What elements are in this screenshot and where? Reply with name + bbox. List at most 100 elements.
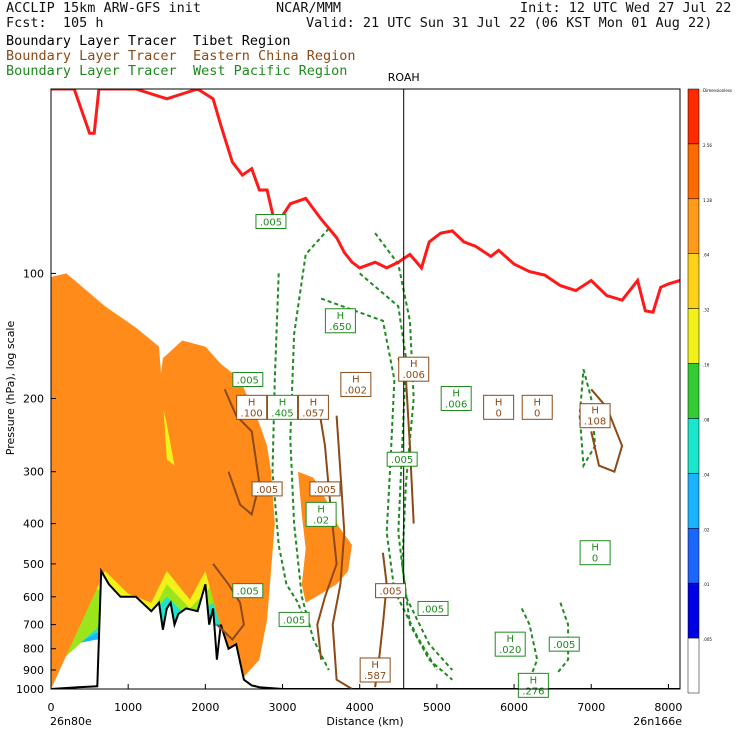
- x-tick-label-0: 0: [48, 701, 55, 714]
- value-box-label: .587: [364, 671, 386, 682]
- value-box-label: .005: [314, 485, 336, 496]
- value-box-17: .005: [375, 583, 407, 599]
- value-box-13: .005: [251, 481, 283, 497]
- colorbar-label-3: .64: [703, 253, 710, 258]
- value-box-2: .005: [232, 371, 264, 387]
- colorbar-label-7: .04: [703, 472, 710, 477]
- colorbar-label-2: 1.28: [703, 198, 712, 203]
- y-tick-label-5: 600: [23, 591, 44, 604]
- high-marker: H: [591, 543, 599, 554]
- value-box-label: 0: [495, 408, 501, 419]
- x-tick-label-1: 1000: [114, 701, 142, 714]
- y-tick-label-1: 200: [23, 393, 44, 406]
- eastern-china-contour-6: [590, 388, 624, 474]
- value-box-19: .005: [232, 583, 264, 599]
- value-box-label: .020: [499, 645, 521, 656]
- high-marker: H: [533, 397, 541, 408]
- value-box-label: .005: [260, 217, 282, 228]
- x-tick-label-6: 6000: [500, 701, 528, 714]
- value-box-18: .005: [417, 600, 449, 616]
- value-box-4: H.006: [398, 356, 430, 382]
- marker-label: ROAH: [388, 71, 420, 84]
- value-box-label: .650: [329, 322, 351, 333]
- x-axis-label: Distance (km): [326, 715, 403, 728]
- colorbar-swatch-9: [687, 582, 700, 639]
- y-tick-label-7: 800: [23, 643, 44, 656]
- west-pacific-contour-0: [271, 273, 307, 625]
- value-box-label: .002: [345, 385, 367, 396]
- high-marker: H: [410, 359, 418, 370]
- colorbar-label-5: .16: [703, 363, 710, 368]
- colorbar-swatch-7: [687, 473, 700, 529]
- y-tick-label-2: 300: [23, 466, 44, 479]
- colorbar-swatch-6: [687, 418, 700, 474]
- colorbar-swatch-2: [687, 198, 700, 254]
- high-marker: H: [248, 397, 256, 408]
- x-tick-label-7: 7000: [577, 701, 605, 714]
- colorbar-swatch-8: [687, 528, 700, 584]
- value-box-16: H0: [579, 540, 611, 566]
- value-box-label: .005: [553, 640, 575, 651]
- value-box-8: H.108: [579, 403, 611, 429]
- value-box-label: .057: [302, 408, 324, 419]
- value-box-label: .005: [379, 587, 401, 598]
- x-tick-label-8: 8000: [654, 701, 682, 714]
- colorbar-swatch-1: [687, 143, 700, 200]
- y-tick-label-4: 500: [23, 558, 44, 571]
- value-box-21: H.020: [494, 631, 526, 657]
- high-marker: H: [279, 397, 287, 408]
- value-box-label: .005: [256, 485, 278, 496]
- value-box-23: H.587: [359, 657, 391, 683]
- value-box-label: .02: [313, 515, 329, 526]
- value-box-label: .006: [445, 400, 467, 411]
- y-tick-label-8: 900: [23, 664, 44, 677]
- value-box-11: H.057: [297, 394, 329, 420]
- value-box-20: .005: [278, 611, 310, 627]
- colorbar-swatch-4: [687, 308, 700, 364]
- value-box-15: H.02: [305, 501, 337, 527]
- value-box-label: 0: [592, 554, 598, 565]
- value-box-label: .005: [422, 604, 444, 615]
- value-box-10: H.405: [267, 394, 299, 420]
- x-left-label: 26n80e: [50, 715, 92, 728]
- colorbar-label-0: Dimensionless: [703, 88, 732, 93]
- value-box-24: H.276: [517, 672, 549, 698]
- colorbar-label-1: 2.56: [703, 143, 712, 148]
- value-box-label: .405: [271, 408, 293, 419]
- cross-section-chart: ROAH .005H.650.005 H.002H.006H.006 H0H0 H.1…: [4, 71, 732, 728]
- high-marker: H: [530, 675, 538, 686]
- value-box-1: H.650: [324, 308, 356, 334]
- value-box-6: H0: [483, 394, 515, 420]
- y-tick-label-0: 100: [23, 267, 44, 280]
- value-box-7: H0: [521, 394, 553, 420]
- high-marker: H: [506, 634, 514, 645]
- value-box-14: .005: [309, 481, 341, 497]
- value-box-label: .100: [241, 408, 263, 419]
- y-tick-label-3: 400: [23, 518, 44, 531]
- colorbar-label-6: .08: [703, 417, 710, 422]
- colorbar-label-10: .005: [703, 637, 712, 642]
- colorbar-swatch-5: [687, 363, 700, 419]
- value-box-0: .005: [255, 213, 287, 229]
- x-tick-label-5: 5000: [423, 701, 451, 714]
- x-right-label: 26n166e: [633, 715, 682, 728]
- value-box-label: 0: [534, 408, 540, 419]
- value-box-label: .108: [584, 417, 606, 428]
- x-tick-label-3: 3000: [269, 701, 297, 714]
- value-box-3: H.002: [340, 371, 372, 397]
- colorbar-swatch-0: [687, 88, 700, 145]
- value-box-22: .005: [548, 636, 580, 652]
- value-box-5: H.006: [440, 386, 472, 412]
- colorbar-swatch-3: [687, 253, 700, 309]
- colorbar-label-9: .01: [703, 582, 710, 587]
- value-box-9: H.100: [236, 394, 268, 420]
- high-marker: H: [452, 389, 460, 400]
- value-box-label: .005: [237, 375, 259, 386]
- high-marker: H: [317, 504, 325, 515]
- colorbar-swatch-10: [687, 637, 700, 694]
- value-box-12: .005: [386, 451, 418, 467]
- y-tick-label-9: 1000: [16, 683, 44, 696]
- value-box-label: .006: [403, 370, 425, 381]
- high-marker: H: [310, 397, 318, 408]
- value-box-label: .005: [237, 587, 259, 598]
